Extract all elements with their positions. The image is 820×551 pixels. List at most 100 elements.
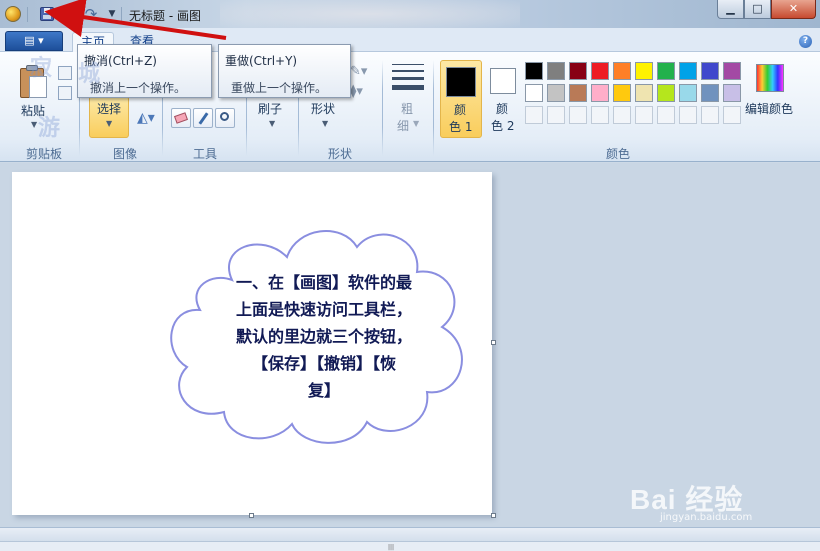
callout-line: 默认的里边就三个按钮， bbox=[235, 327, 412, 346]
edit-colors-label: 编辑颜色 bbox=[745, 102, 794, 116]
palette-swatch[interactable] bbox=[547, 84, 565, 102]
cut-icon[interactable] bbox=[58, 66, 72, 80]
close-button[interactable]: ✕ bbox=[771, 0, 816, 19]
copy-icon[interactable] bbox=[58, 86, 72, 100]
minimize-button[interactable]: ▁ bbox=[717, 0, 744, 19]
watermark-glyph: 游 bbox=[38, 115, 61, 141]
watermark-glyph: 城 bbox=[78, 61, 101, 87]
palette-swatch[interactable] bbox=[613, 106, 631, 124]
paste-dropdown-icon[interactable]: ▼ bbox=[31, 120, 37, 129]
save-icon bbox=[40, 7, 54, 21]
resize-handle-corner[interactable] bbox=[491, 513, 496, 518]
palette-swatch[interactable] bbox=[591, 106, 609, 124]
horizontal-scrollbar[interactable]: ||| bbox=[0, 541, 820, 551]
color1-label-a: 颜 bbox=[454, 103, 467, 117]
maximize-button[interactable]: □ bbox=[744, 0, 771, 19]
save-button[interactable] bbox=[38, 5, 56, 23]
edit-colors-button[interactable] bbox=[748, 62, 796, 132]
palette-swatch[interactable] bbox=[525, 84, 543, 102]
group-label-tools: 工具 bbox=[193, 147, 218, 161]
palette-swatch[interactable] bbox=[591, 62, 609, 80]
undo-button[interactable]: ↶ bbox=[60, 5, 78, 23]
palette-swatch[interactable] bbox=[635, 62, 653, 80]
group-label-colors: 颜色 bbox=[606, 147, 631, 161]
color1-button[interactable]: 颜 色 1 bbox=[440, 60, 482, 138]
customize-quick-access-button[interactable]: ▼ bbox=[103, 5, 121, 23]
palette-swatch[interactable] bbox=[569, 62, 587, 80]
paint-app-icon[interactable] bbox=[5, 6, 21, 22]
file-menu-button[interactable]: ▤ ▾ bbox=[5, 31, 63, 51]
shapes-label[interactable]: 形状 bbox=[311, 100, 335, 117]
status-bar bbox=[0, 527, 820, 541]
group-label-shapes: 形状 bbox=[328, 147, 353, 161]
palette-swatch[interactable] bbox=[613, 84, 631, 102]
palette-swatch[interactable] bbox=[525, 106, 543, 124]
undo-tooltip-desc: 撤消上一个操作。 bbox=[90, 81, 187, 95]
redo-button[interactable]: ↷ bbox=[82, 5, 100, 23]
window-title: 无标题 - 画图 bbox=[129, 9, 201, 23]
palette-swatch[interactable] bbox=[591, 84, 609, 102]
palette-swatch[interactable] bbox=[723, 84, 741, 102]
redo-tooltip-title: 重做(Ctrl+Y) bbox=[225, 54, 298, 68]
palette-swatch[interactable] bbox=[635, 84, 653, 102]
palette-swatch[interactable] bbox=[547, 106, 565, 124]
maximize-icon: □ bbox=[752, 2, 763, 15]
help-icon[interactable]: ? bbox=[799, 35, 812, 48]
magnifier-icon[interactable] bbox=[215, 108, 235, 128]
resize-handle-right[interactable] bbox=[491, 340, 496, 345]
palette-swatch[interactable] bbox=[657, 62, 675, 80]
palette-swatch[interactable] bbox=[525, 62, 543, 80]
palette-swatch[interactable] bbox=[701, 84, 719, 102]
color2-label-a: 颜 bbox=[496, 102, 509, 116]
palette-swatch[interactable] bbox=[569, 106, 587, 124]
callout-line: 上面是快速访问工具栏， bbox=[235, 300, 412, 319]
edit-colors-icon bbox=[756, 64, 784, 92]
redo-tooltip: 重做(Ctrl+Y) 重做上一个操作。 bbox=[218, 44, 351, 98]
palette-swatch[interactable] bbox=[613, 62, 631, 80]
palette-swatch[interactable] bbox=[569, 84, 587, 102]
scrollbar-grip-icon[interactable]: ||| bbox=[388, 544, 400, 551]
group-separator bbox=[382, 60, 383, 156]
group-label-image: 图像 bbox=[113, 147, 138, 161]
color-picker-icon[interactable] bbox=[193, 108, 213, 128]
rotate-icon[interactable]: ◭▾ bbox=[137, 110, 155, 126]
callout-line: 【保存】【撤销】【恢 bbox=[251, 354, 396, 373]
fill-icon[interactable]: ⧫▾ bbox=[350, 84, 363, 99]
callout-line: 复】 bbox=[307, 381, 340, 400]
color1-label-b: 色 1 bbox=[449, 120, 473, 134]
brush-dropdown-icon[interactable]: ▼ bbox=[269, 119, 275, 128]
palette-swatch[interactable] bbox=[723, 62, 741, 80]
palette-swatch[interactable] bbox=[679, 62, 697, 80]
color2-swatch bbox=[490, 68, 516, 94]
palette-swatch[interactable] bbox=[701, 106, 719, 124]
title-bar-background bbox=[220, 0, 520, 28]
size-label-b: 细 bbox=[397, 119, 410, 133]
palette-swatch[interactable] bbox=[679, 106, 697, 124]
size-dropdown-icon: ▼ bbox=[413, 119, 420, 128]
resize-handle-bottom[interactable] bbox=[249, 513, 254, 518]
palette-swatch[interactable] bbox=[723, 106, 741, 124]
drawing-canvas[interactable]: 一、在【画图】软件的最 上面是快速访问工具栏， 默认的里边就三个按钮， 【保存】… bbox=[12, 172, 492, 515]
size-icon[interactable] bbox=[392, 64, 424, 95]
color1-swatch bbox=[446, 67, 476, 97]
baidu-jingyan-url: jingyan.baidu.com bbox=[660, 512, 753, 523]
palette-swatch[interactable] bbox=[657, 106, 675, 124]
color-palette bbox=[525, 62, 741, 124]
shapes-dropdown-icon[interactable]: ▼ bbox=[322, 119, 328, 128]
group-label-clipboard: 剪贴板 bbox=[26, 147, 63, 161]
tools-row bbox=[171, 108, 241, 130]
redo-icon: ↷ bbox=[84, 5, 98, 23]
palette-swatch[interactable] bbox=[657, 84, 675, 102]
title-bar: ↶ ↷ ▼ 无标题 - 画图 ▁ □ ✕ bbox=[0, 0, 820, 28]
eraser-icon[interactable] bbox=[171, 108, 191, 128]
canvas-workspace: 一、在【画图】软件的最 上面是快速访问工具栏， 默认的里边就三个按钮， 【保存】… bbox=[0, 163, 820, 527]
color2-button[interactable]: 颜 色 2 bbox=[486, 60, 522, 138]
palette-swatch[interactable] bbox=[547, 62, 565, 80]
close-icon: ✕ bbox=[788, 2, 799, 15]
brush-label[interactable]: 刷子 bbox=[258, 100, 282, 117]
outline-icon[interactable]: ✎▾ bbox=[350, 64, 367, 79]
palette-swatch[interactable] bbox=[679, 84, 697, 102]
palette-swatch[interactable] bbox=[635, 106, 653, 124]
select-label: 选择 bbox=[97, 102, 122, 116]
palette-swatch[interactable] bbox=[701, 62, 719, 80]
